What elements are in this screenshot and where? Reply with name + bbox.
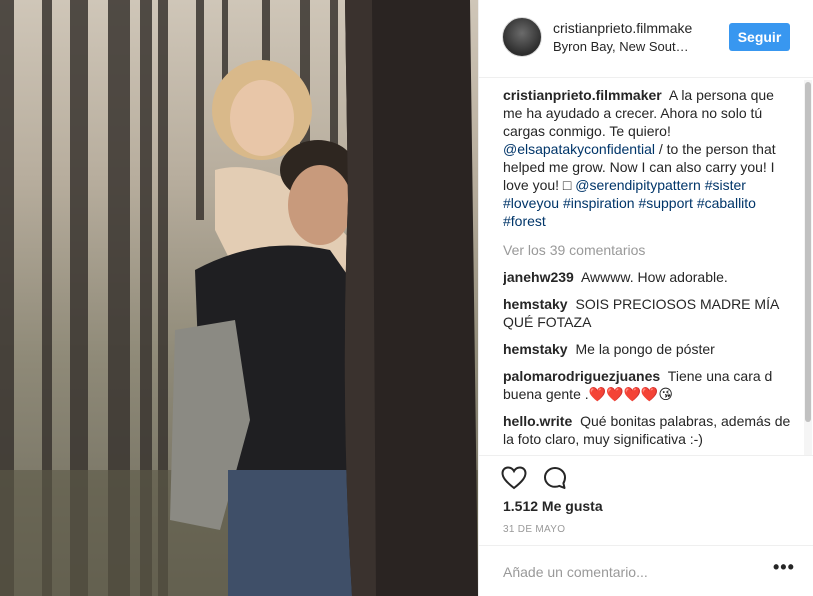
- comments-scrollbar[interactable]: [804, 80, 812, 455]
- post-date[interactable]: 31 DE MAYO: [503, 524, 565, 535]
- avatar[interactable]: [502, 17, 542, 57]
- comment-item: janehw239 Awwww. How adorable.: [503, 268, 795, 286]
- forest-photo-illustration: [0, 0, 478, 596]
- add-comment-input[interactable]: [503, 562, 753, 582]
- hashtag[interactable]: #inspiration: [563, 195, 635, 211]
- post-username[interactable]: cristianprieto.filmmake: [553, 20, 692, 36]
- comment-text: Awwww. How adorable.: [580, 269, 728, 285]
- comment-text: Me la pongo de póster: [575, 341, 715, 357]
- comment-item: hemstaky SOIS PRECIOSOS MADRE MÍA QUÉ FO…: [503, 295, 795, 331]
- comments-section[interactable]: cristianprieto.filmmaker A la persona qu…: [503, 86, 795, 454]
- action-bar: [479, 455, 813, 500]
- follow-button[interactable]: Seguir: [729, 23, 790, 51]
- likes-count[interactable]: 1.512 Me gusta: [503, 498, 603, 514]
- comment-item: palomarodriguezjuanes Tiene una cara d b…: [503, 367, 795, 403]
- hashtag[interactable]: #caballito: [697, 195, 756, 211]
- post-details-panel: cristianprieto.filmmake Byron Bay, New S…: [478, 0, 813, 596]
- post-location[interactable]: Byron Bay, New Sout…: [553, 39, 689, 54]
- post-photo[interactable]: [0, 0, 478, 596]
- view-all-comments-link[interactable]: Ver los 39 comentarios: [503, 241, 795, 259]
- caption-username[interactable]: cristianprieto.filmmaker: [503, 87, 662, 103]
- comment-username[interactable]: palomarodriguezjuanes: [503, 368, 660, 384]
- hashtag[interactable]: #loveyou: [503, 195, 559, 211]
- ellipsis-icon[interactable]: •••: [773, 558, 795, 580]
- speech-bubble-icon[interactable]: [543, 466, 567, 490]
- caption-mention-1[interactable]: @elsapatakyconfidential: [503, 141, 655, 157]
- comment-item: hemstaky Me la pongo de póster: [503, 340, 795, 358]
- add-comment-bar: •••: [479, 545, 813, 596]
- post-header: cristianprieto.filmmake Byron Bay, New S…: [479, 0, 813, 78]
- comment-item: hello.write Qué bonitas palabras, además…: [503, 412, 795, 448]
- scrollbar-thumb[interactable]: [805, 82, 811, 422]
- heart-outline-icon[interactable]: [501, 466, 527, 490]
- hashtag[interactable]: #forest: [503, 213, 546, 229]
- comment-username[interactable]: hemstaky: [503, 296, 568, 312]
- comment-username[interactable]: hemstaky: [503, 341, 568, 357]
- hashtag[interactable]: #support: [638, 195, 692, 211]
- comment-username[interactable]: janehw239: [503, 269, 574, 285]
- caption: cristianprieto.filmmaker A la persona qu…: [503, 86, 795, 230]
- caption-mention-2[interactable]: @serendipitypattern: [575, 177, 701, 193]
- hashtag[interactable]: #sister: [705, 177, 746, 193]
- comment-username[interactable]: hello.write: [503, 413, 572, 429]
